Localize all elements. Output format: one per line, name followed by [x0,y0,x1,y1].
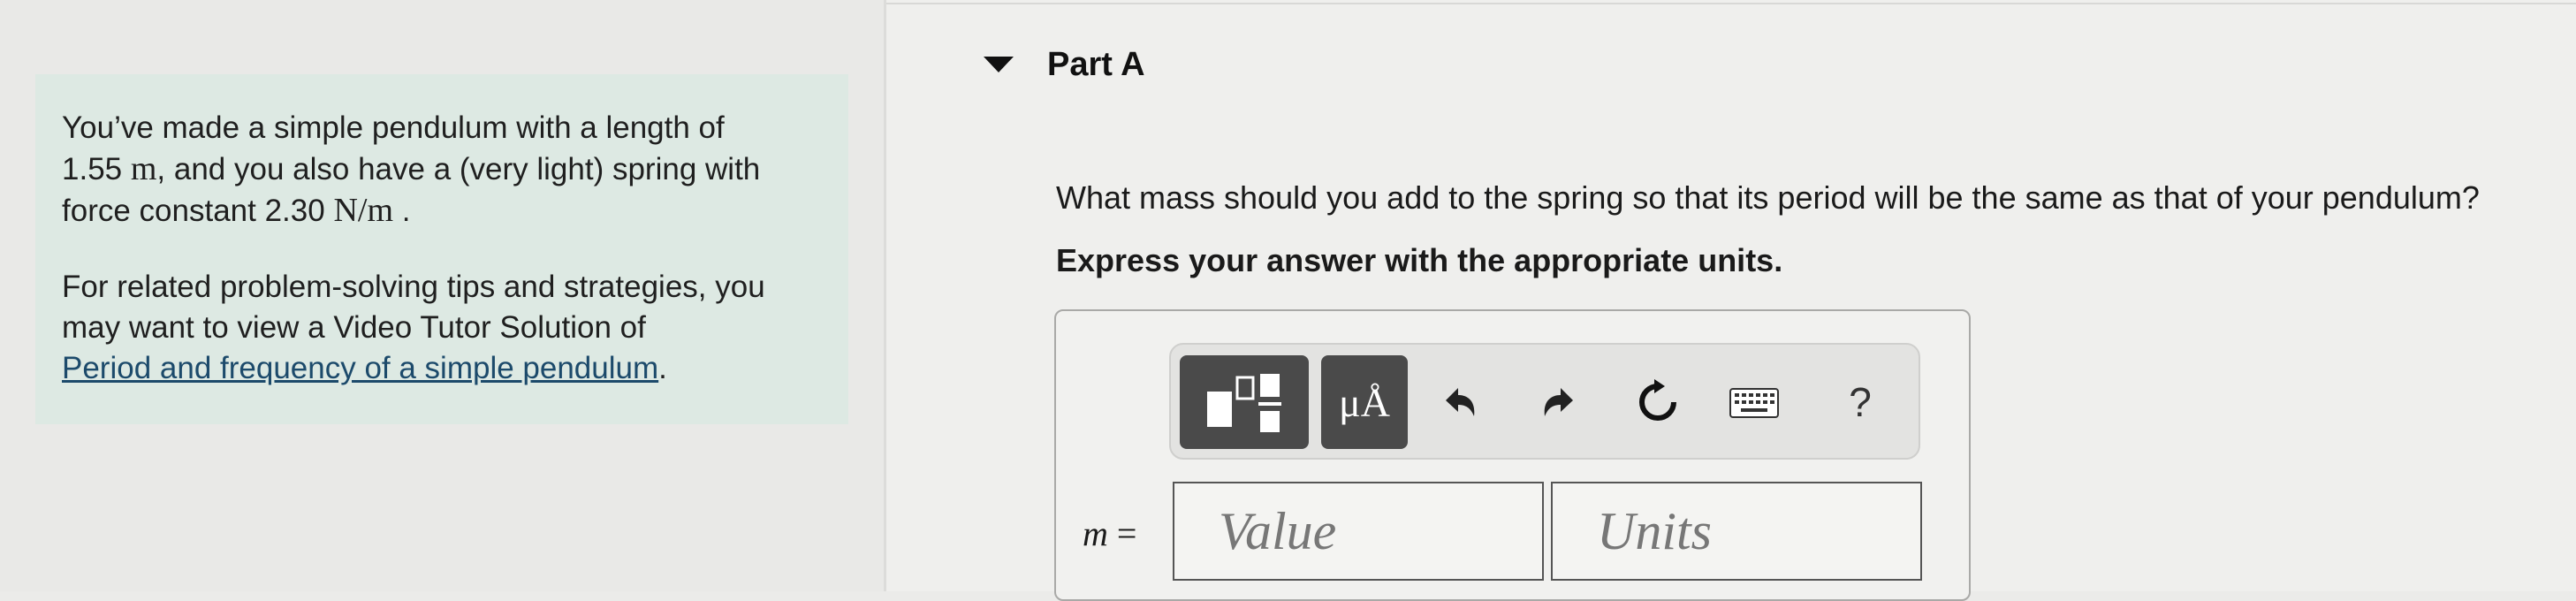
problem-line-3-suffix: . [401,194,411,228]
variable-label: m = [1083,513,1136,554]
tips-intro: For related problem-solving tips and str… [62,270,765,345]
length-value: 1.55 [62,152,123,186]
variable-symbol: m [1083,514,1108,553]
keyboard-icon [1729,388,1779,418]
problem-statement-box: You’ve made a simple pendulum with a len… [35,74,848,424]
undo-icon [1446,388,1475,416]
part-a-header[interactable]: Part A [984,42,1145,87]
problem-pane: You’ve made a simple pendulum with a len… [0,0,884,591]
question-pane: Part A What mass should you add to the s… [886,0,2576,601]
reset-icon [1639,379,1676,421]
answer-instructions: Express your answer with the appropriate… [1056,242,1783,278]
redo-icon [1544,388,1573,416]
undo-button[interactable] [1436,378,1486,428]
answer-box: μÅ ? m = Value Units [1054,309,1971,601]
video-tutor-link[interactable]: Period and frequency of a simple pendulu… [62,351,658,385]
question-text: What mass should you add to the spring s… [1056,179,2480,216]
tips-end: . [658,351,667,385]
collapse-triangle-icon[interactable] [984,57,1014,72]
keyboard-button[interactable] [1728,384,1781,422]
top-divider [886,3,2576,4]
redo-button[interactable] [1533,378,1583,428]
math-toolbar: μÅ ? [1169,343,1920,460]
tips-text: For related problem-solving tips and str… [62,267,822,389]
help-button[interactable]: ? [1834,371,1887,433]
templates-icon [1207,374,1281,432]
force-constant-value: 2.30 [264,194,325,228]
units-button[interactable]: μÅ [1321,355,1408,449]
part-title: Part A [1047,45,1145,83]
force-constant-unit: N/m [333,192,393,229]
reset-button[interactable] [1630,375,1685,430]
problem-line-1: You’ve made a simple pendulum with a len… [62,110,725,145]
value-input[interactable] [1173,482,1544,581]
equals-sign: = [1116,514,1137,553]
length-unit: m [130,150,157,187]
problem-text: You’ve made a simple pendulum with a len… [62,108,822,232]
problem-line-3-prefix: force constant [62,194,256,228]
units-input[interactable] [1551,482,1922,581]
templates-button[interactable] [1180,355,1309,449]
problem-line-2: , and you also have a (very light) sprin… [156,152,761,186]
